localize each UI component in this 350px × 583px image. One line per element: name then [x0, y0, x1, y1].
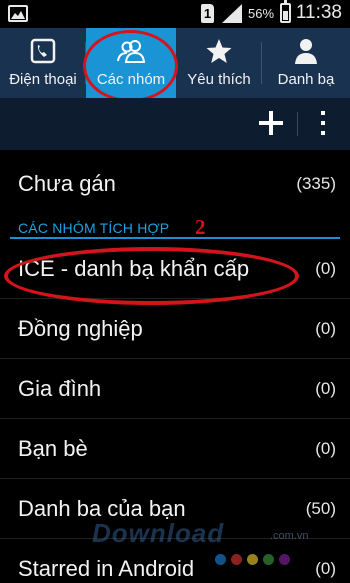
watermark-dots: [215, 552, 295, 570]
list-item-coworkers[interactable]: Đồng nghiệp (0): [0, 299, 350, 359]
section-header-label: CÁC NHÓM TÍCH HỢP: [18, 220, 170, 236]
list-item-count: (0): [315, 439, 336, 458]
battery-icon: [280, 0, 291, 23]
tab-favorites[interactable]: Yêu thích: [176, 28, 262, 98]
list-item-label: ICE - danh bạ khẩn cấp: [18, 256, 250, 281]
list-item-count: (335): [296, 173, 336, 193]
groups-icon: [117, 40, 145, 63]
list-item-family[interactable]: Gia đình (0): [0, 359, 350, 419]
list-item-count: (50): [305, 499, 336, 518]
clock: 11:38: [295, 2, 342, 23]
battery-percent: 56%: [248, 6, 275, 21]
list-item-count: (0): [315, 379, 336, 398]
list-item-label: Chưa gán: [18, 170, 116, 196]
sim-indicator: 1: [201, 4, 214, 23]
contact-icon: [295, 39, 317, 64]
list-item-label: Bạn bè: [18, 436, 88, 461]
action-bar: [0, 98, 350, 150]
tab-contacts-label: Danh bạ: [277, 71, 335, 88]
list-item-count: (0): [315, 259, 336, 278]
watermark-suffix: .com.vn: [270, 530, 309, 542]
annotation-number-2: 2: [195, 215, 206, 239]
list-item-unassigned[interactable]: Chưa gán (335): [0, 150, 350, 217]
list-item-count: (0): [315, 319, 336, 338]
add-group-button[interactable]: [256, 108, 286, 138]
list-item-count: (0): [315, 559, 336, 578]
tab-phone[interactable]: Điện thoại: [0, 28, 86, 98]
list-item-ice[interactable]: ICE - danh bạ khẩn cấp (0): [0, 239, 350, 299]
watermark: Download: [92, 518, 225, 548]
list-item-friends[interactable]: Bạn bè (0): [0, 419, 350, 479]
signal-icon: [222, 4, 242, 23]
phone-icon: [30, 38, 56, 64]
overflow-menu-icon[interactable]: [310, 108, 336, 138]
list-item-label: Gia đình: [18, 376, 102, 401]
tab-bar: Điện thoại Các nhóm Yêu thích Danh bạ: [0, 28, 350, 98]
star-icon: [206, 39, 232, 63]
tab-phone-label: Điện thoại: [9, 71, 77, 88]
tab-groups-label: Các nhóm: [96, 71, 166, 88]
status-bar: 1 56% 11:38: [0, 0, 350, 28]
tab-contacts[interactable]: Danh bạ: [262, 28, 350, 98]
section-header-integrated-groups: CÁC NHÓM TÍCH HỢP: [0, 217, 350, 239]
list-item-label: Đồng nghiệp: [18, 316, 143, 341]
tab-favorites-label: Yêu thích: [187, 71, 251, 88]
tab-groups[interactable]: Các nhóm: [86, 28, 176, 98]
gallery-notification-icon: [8, 5, 28, 22]
list-item-label: Starred in Android: [18, 556, 195, 581]
